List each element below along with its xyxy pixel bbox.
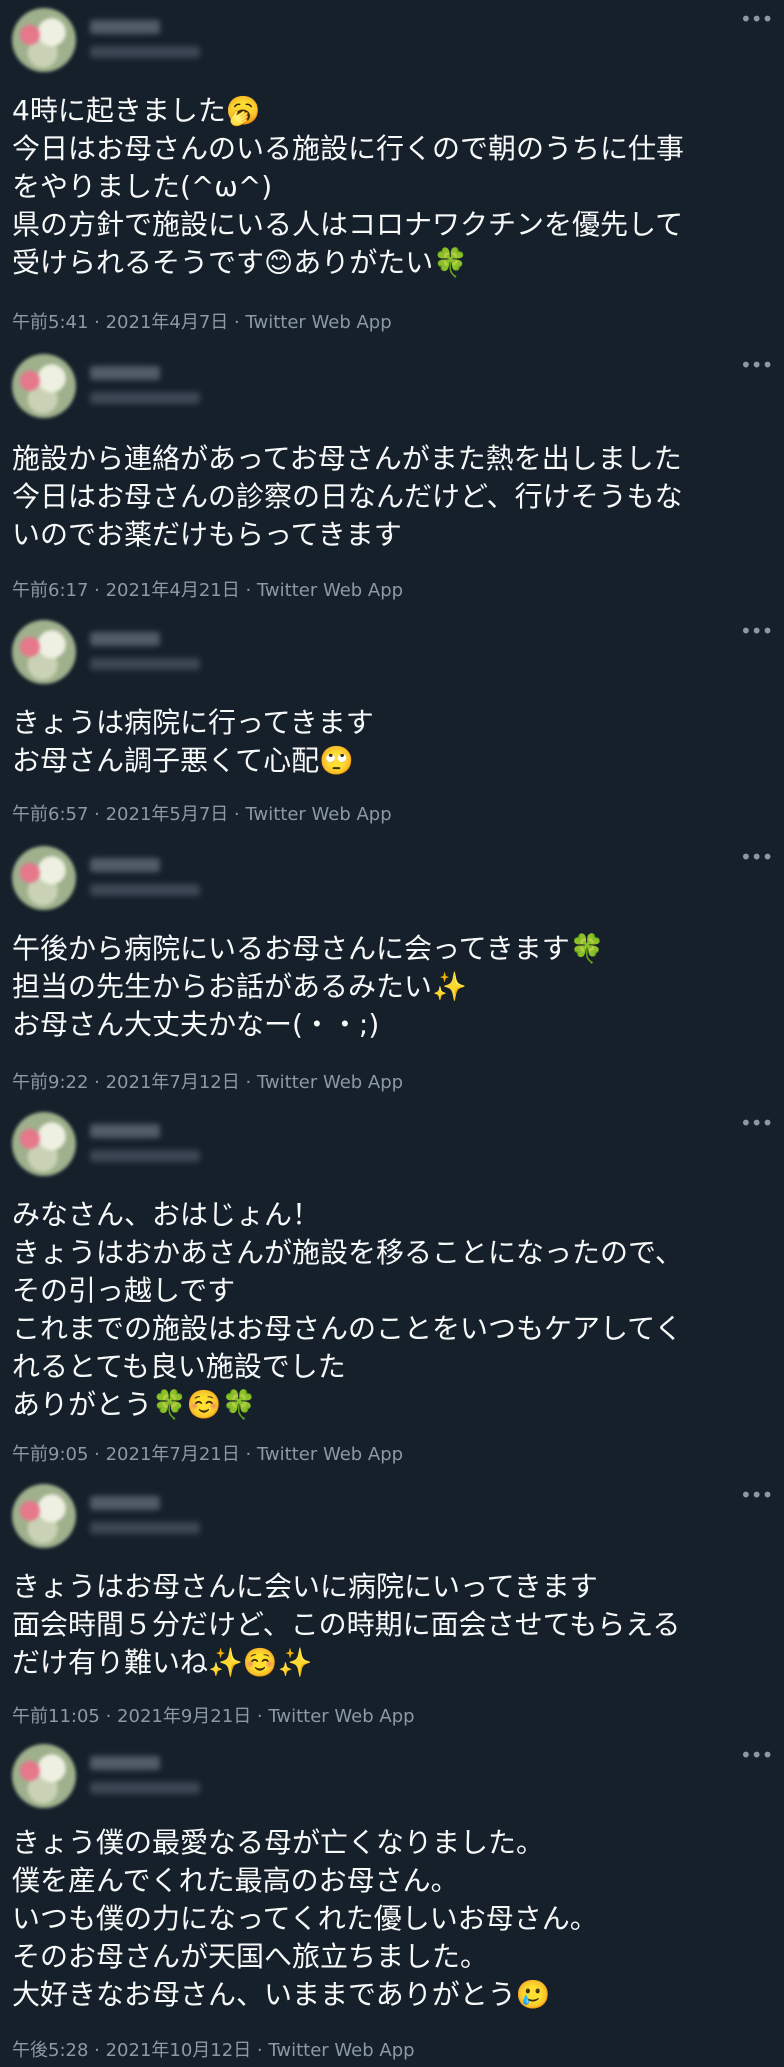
tweet-line: きょう僕の最愛なる母が亡くなりました。 bbox=[12, 1826, 545, 1859]
username-blurred bbox=[90, 1150, 200, 1162]
avatar[interactable] bbox=[12, 354, 76, 418]
tweet-line: いつも僕の力になってくれた優しいお母さん。 bbox=[12, 1902, 598, 1935]
username-blurred bbox=[90, 46, 200, 58]
tweet-line: 受けられるそうです😊ありがたい🍀 bbox=[12, 246, 469, 279]
tweet-timestamp[interactable]: 午前11:05 · 2021年9月21日 · Twitter Web App bbox=[12, 1702, 415, 1728]
avatar[interactable] bbox=[12, 1484, 76, 1548]
tweet-line: 施設から連絡があってお母さんがまた熱を出しました bbox=[12, 442, 682, 475]
tweet-timestamp[interactable]: 午前5:41 · 2021年4月7日 · Twitter Web App bbox=[12, 308, 392, 334]
tweet-line: れるとても良い施設でした bbox=[12, 1350, 346, 1383]
avatar[interactable] bbox=[12, 1744, 76, 1808]
tweet-line: お母さん調子悪くて心配🙄 bbox=[12, 744, 355, 777]
tweet-feed: ••• 4時に起きました🥱 今日はお母さんのいる施設に行くので朝のうちに仕事 を… bbox=[0, 0, 784, 2067]
display-name-blurred[interactable] bbox=[90, 858, 160, 872]
more-icon[interactable]: ••• bbox=[740, 621, 773, 646]
tweet-line: 今日はお母さんの診察の日なんだけど、行けそうもな bbox=[12, 480, 683, 513]
avatar[interactable] bbox=[12, 8, 76, 72]
tweet-line: そのお母さんが天国へ旅立ちました。 bbox=[12, 1940, 489, 1973]
tweet-line: 面会時間５分だけど、この時期に面会させてもらえる bbox=[12, 1608, 681, 1641]
tweet-line: 大好きなお母さん、いままでありがとう🥲 bbox=[12, 1978, 551, 2011]
tweet-line: 県の方針で施設にいる人はコロナワクチンを優先して bbox=[12, 208, 684, 241]
tweet-text: 4時に起きました🥱 今日はお母さんのいる施設に行くので朝のうちに仕事 をやりまし… bbox=[12, 92, 772, 282]
tweet-line: きょうは病院に行ってきます bbox=[12, 706, 374, 739]
more-icon[interactable]: ••• bbox=[740, 1745, 773, 1770]
tweet-timestamp[interactable]: 午前9:22 · 2021年7月12日 · Twitter Web App bbox=[12, 1068, 403, 1094]
username-blurred bbox=[90, 884, 200, 896]
username-blurred bbox=[90, 1782, 200, 1794]
tweet-timestamp[interactable]: 午前6:17 · 2021年4月21日 · Twitter Web App bbox=[12, 576, 403, 602]
username-blurred bbox=[90, 1522, 200, 1534]
more-icon[interactable]: ••• bbox=[740, 1113, 773, 1138]
avatar[interactable] bbox=[12, 620, 76, 684]
tweet-line: 担当の先生からお話があるみたい✨ bbox=[12, 970, 467, 1003]
more-icon[interactable]: ••• bbox=[740, 9, 773, 34]
tweet-timestamp[interactable]: 午前6:57 · 2021年5月7日 · Twitter Web App bbox=[12, 800, 392, 826]
tweet-line: だけ有り難いね✨☺️✨ bbox=[12, 1646, 313, 1679]
more-icon[interactable]: ••• bbox=[740, 1485, 773, 1510]
tweet-line: その引っ越しです bbox=[12, 1274, 236, 1307]
display-name-blurred[interactable] bbox=[90, 1124, 160, 1138]
tweet-line: 午後から病院にいるお母さんに会ってきます🍀 bbox=[12, 932, 605, 965]
tweet-line: きょうはお母さんに会いに病院にいってきます bbox=[12, 1570, 598, 1603]
tweet-timestamp[interactable]: 午前9:05 · 2021年7月21日 · Twitter Web App bbox=[12, 1440, 403, 1466]
tweet-text: みなさん、おはじょん！ きょうはおかあさんが施設を移ることになったので、 その引… bbox=[12, 1196, 772, 1424]
tweet-line: 4時に起きました🥱 bbox=[12, 94, 261, 127]
tweet-line: いのでお薬だけもらってきます bbox=[12, 518, 402, 551]
tweet-line: 僕を産んでくれた最高のお母さん。 bbox=[12, 1864, 459, 1897]
more-icon[interactable]: ••• bbox=[740, 355, 773, 380]
username-blurred bbox=[90, 392, 200, 404]
tweet-text: きょう僕の最愛なる母が亡くなりました。 僕を産んでくれた最高のお母さん。 いつも… bbox=[12, 1824, 772, 2014]
tweet-line: きょうはおかあさんが施設を移ることになったので、 bbox=[12, 1236, 683, 1269]
tweet-line: をやりました(^ω^) bbox=[12, 170, 273, 203]
tweet-line: みなさん、おはじょん！ bbox=[12, 1198, 321, 1231]
tweet-text: きょうはお母さんに会いに病院にいってきます 面会時間５分だけど、この時期に面会さ… bbox=[12, 1568, 772, 1682]
tweet-timestamp[interactable]: 午後5:28 · 2021年10月12日 · Twitter Web App bbox=[12, 2036, 415, 2062]
tweet-line: 今日はお母さんのいる施設に行くので朝のうちに仕事 bbox=[12, 132, 685, 165]
tweet-line: これまでの施設はお母さんのことをいつもケアしてく bbox=[12, 1312, 683, 1345]
display-name-blurred[interactable] bbox=[90, 366, 160, 380]
avatar[interactable] bbox=[12, 846, 76, 910]
display-name-blurred[interactable] bbox=[90, 632, 160, 646]
tweet-text: きょうは病院に行ってきます お母さん調子悪くて心配🙄 bbox=[12, 704, 772, 780]
more-icon[interactable]: ••• bbox=[740, 847, 773, 872]
tweet-text: 施設から連絡があってお母さんがまた熱を出しました 今日はお母さんの診察の日なんだ… bbox=[12, 440, 772, 554]
tweet-text: 午後から病院にいるお母さんに会ってきます🍀 担当の先生からお話があるみたい✨ お… bbox=[12, 930, 772, 1044]
display-name-blurred[interactable] bbox=[90, 1756, 160, 1770]
display-name-blurred[interactable] bbox=[90, 20, 160, 34]
display-name-blurred[interactable] bbox=[90, 1496, 160, 1510]
username-blurred bbox=[90, 658, 200, 670]
tweet-line: お母さん大丈夫かなー(・・;) bbox=[12, 1008, 380, 1041]
tweet-line: ありがとう🍀☺️🍀 bbox=[12, 1388, 257, 1421]
avatar[interactable] bbox=[12, 1112, 76, 1176]
